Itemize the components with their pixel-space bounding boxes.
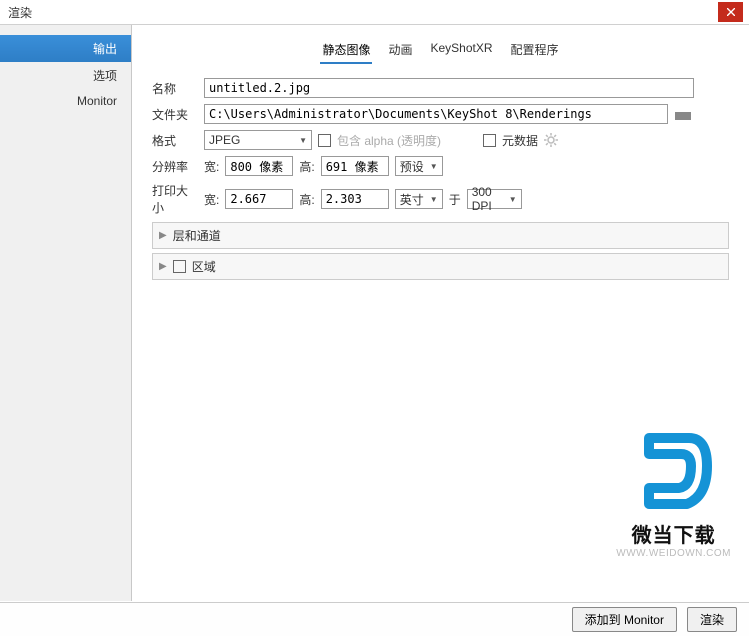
chevron-down-icon: ▼ bbox=[430, 162, 438, 171]
chevron-right-icon: ▶ bbox=[159, 261, 167, 272]
section-region[interactable]: ▶ 区域 bbox=[152, 253, 729, 280]
chevron-down-icon: ▼ bbox=[509, 195, 517, 204]
section-region-label: 区域 bbox=[192, 258, 216, 275]
row-folder: 文件夹 bbox=[152, 104, 729, 124]
dpi-select[interactable]: 300 DPI ▼ bbox=[467, 189, 522, 209]
watermark-url: WWW.WEIDOWN.COM bbox=[616, 548, 731, 559]
at-label: 于 bbox=[449, 191, 461, 208]
sidebar: 输出 选项 Monitor bbox=[0, 25, 132, 601]
section-layers[interactable]: ▶ 层和通道 bbox=[152, 222, 729, 249]
row-printsize: 打印大小 宽: 高: 英寸 ▼ 于 300 DPI ▼ bbox=[152, 182, 729, 216]
add-to-monitor-button[interactable]: 添加到 Monitor bbox=[572, 607, 677, 632]
tab-static-image[interactable]: 静态图像 bbox=[320, 37, 372, 64]
row-format: 格式 JPEG ▼ 包含 alpha (透明度) 元数据 bbox=[152, 130, 729, 150]
format-select[interactable]: JPEG ▼ bbox=[204, 130, 312, 150]
preset-select[interactable]: 预设 ▼ bbox=[395, 156, 443, 176]
watermark: 微当下载 WWW.WEIDOWN.COM bbox=[616, 426, 731, 559]
close-icon bbox=[727, 8, 735, 16]
watermark-text: 微当下载 bbox=[616, 519, 731, 548]
preset-value: 预设 bbox=[400, 158, 424, 175]
sidebar-item-output[interactable]: 输出 bbox=[0, 35, 131, 62]
tab-animation[interactable]: 动画 bbox=[386, 37, 414, 64]
print-label: 打印大小 bbox=[152, 182, 198, 216]
region-checkbox[interactable] bbox=[173, 260, 186, 273]
tab-keyshotxr[interactable]: KeyShotXR bbox=[428, 37, 494, 64]
sidebar-item-options[interactable]: 选项 bbox=[0, 62, 131, 89]
resolution-label: 分辨率 bbox=[152, 158, 198, 175]
row-name: 名称 bbox=[152, 78, 729, 98]
name-label: 名称 bbox=[152, 80, 198, 97]
tab-configurator[interactable]: 配置程序 bbox=[509, 37, 561, 64]
section-layers-label: 层和通道 bbox=[173, 227, 221, 244]
format-value: JPEG bbox=[209, 133, 240, 147]
dpi-value: 300 DPI bbox=[472, 185, 509, 213]
name-input[interactable] bbox=[204, 78, 694, 98]
alpha-checkbox bbox=[318, 134, 331, 147]
print-width-input[interactable] bbox=[225, 189, 293, 209]
sidebar-item-monitor[interactable]: Monitor bbox=[0, 89, 131, 113]
content-panel: 静态图像 动画 KeyShotXR 配置程序 名称 文件夹 格式 JPEG ▼ … bbox=[132, 25, 749, 601]
metadata-checkbox[interactable] bbox=[483, 134, 496, 147]
unit-select[interactable]: 英寸 ▼ bbox=[395, 189, 443, 209]
res-width-input[interactable] bbox=[225, 156, 293, 176]
width-label-1: 宽: bbox=[204, 158, 219, 175]
watermark-logo-icon bbox=[629, 426, 719, 516]
format-label: 格式 bbox=[152, 132, 198, 149]
window-title: 渲染 bbox=[8, 4, 32, 21]
folder-input[interactable] bbox=[204, 104, 668, 124]
tabs: 静态图像 动画 KeyShotXR 配置程序 bbox=[152, 37, 729, 64]
chevron-down-icon: ▼ bbox=[430, 195, 438, 204]
height-label-2: 高: bbox=[299, 191, 314, 208]
print-height-input[interactable] bbox=[321, 189, 389, 209]
chevron-right-icon: ▶ bbox=[159, 230, 167, 241]
titlebar: 渲染 bbox=[0, 0, 749, 25]
unit-value: 英寸 bbox=[400, 191, 424, 208]
alpha-label: 包含 alpha (透明度) bbox=[337, 132, 441, 149]
main-area: 输出 选项 Monitor 静态图像 动画 KeyShotXR 配置程序 名称 … bbox=[0, 25, 749, 601]
close-button[interactable] bbox=[718, 2, 743, 22]
chevron-down-icon: ▼ bbox=[299, 136, 307, 145]
width-label-2: 宽: bbox=[204, 191, 219, 208]
res-height-input[interactable] bbox=[321, 156, 389, 176]
metadata-label: 元数据 bbox=[502, 132, 538, 149]
render-button[interactable]: 渲染 bbox=[687, 607, 737, 632]
footer: 添加到 Monitor 渲染 bbox=[0, 602, 749, 636]
folder-icon[interactable] bbox=[674, 107, 692, 121]
folder-label: 文件夹 bbox=[152, 106, 198, 123]
row-resolution: 分辨率 宽: 高: 预设 ▼ bbox=[152, 156, 729, 176]
gear-icon[interactable] bbox=[544, 133, 558, 147]
height-label-1: 高: bbox=[299, 158, 314, 175]
